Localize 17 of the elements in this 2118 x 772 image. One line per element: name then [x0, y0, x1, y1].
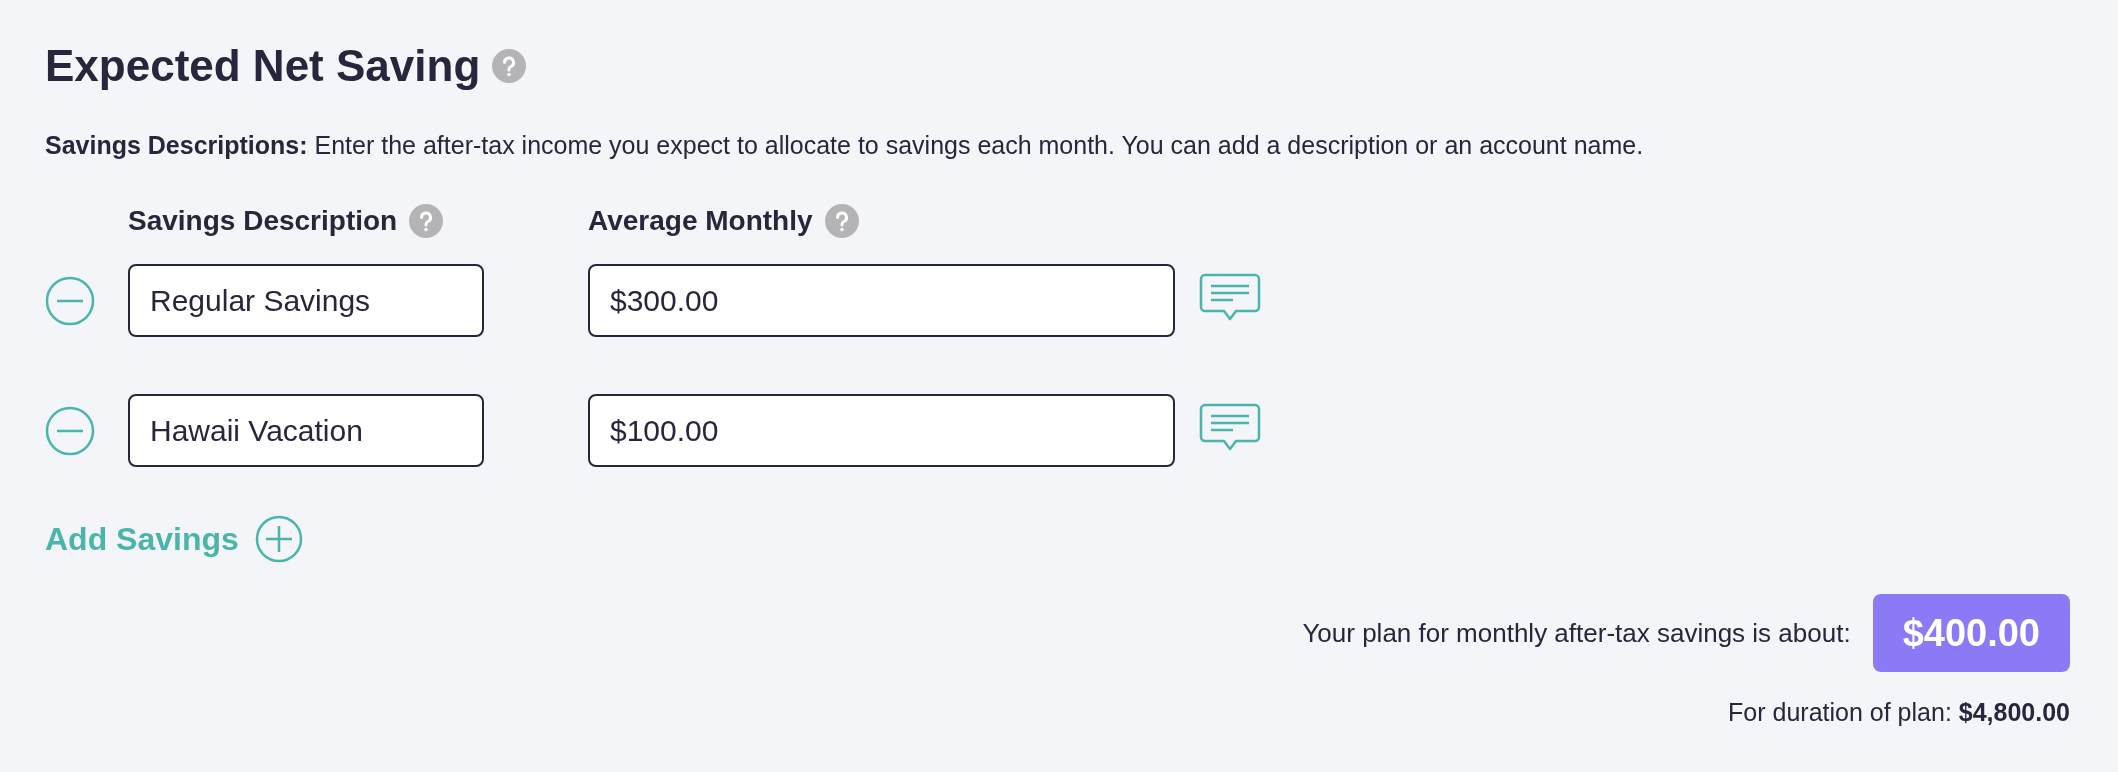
add-icon — [254, 515, 303, 563]
remove-icon[interactable] — [45, 405, 95, 456]
column-header: Savings Description — [128, 204, 398, 238]
column-header: Average Monthly — [588, 204, 813, 238]
help-icon[interactable] — [824, 204, 859, 238]
duration-text: For duration of plan: $4,800.00 — [1728, 697, 2070, 728]
help-icon[interactable] — [492, 49, 527, 83]
page-title: Expected Net Saving — [45, 44, 481, 88]
remove-icon[interactable] — [45, 275, 95, 326]
total-badge: $400.00 — [1872, 594, 2070, 672]
total-label: Your plan for monthly after-tax savings is about: — [1302, 616, 1851, 650]
amount-field[interactable]: $300.00 — [588, 264, 1175, 337]
amount-field[interactable]: $100.00 — [588, 394, 1175, 467]
description-field[interactable]: Regular Savings — [128, 264, 484, 337]
description-field[interactable]: Hawaii Vacation — [128, 394, 484, 467]
description-text: Savings Descriptions: Enter the after-tax income you expect to allocate to savings each month. You can add a description or an account name. — [45, 133, 1645, 158]
help-icon[interactable] — [409, 204, 444, 238]
